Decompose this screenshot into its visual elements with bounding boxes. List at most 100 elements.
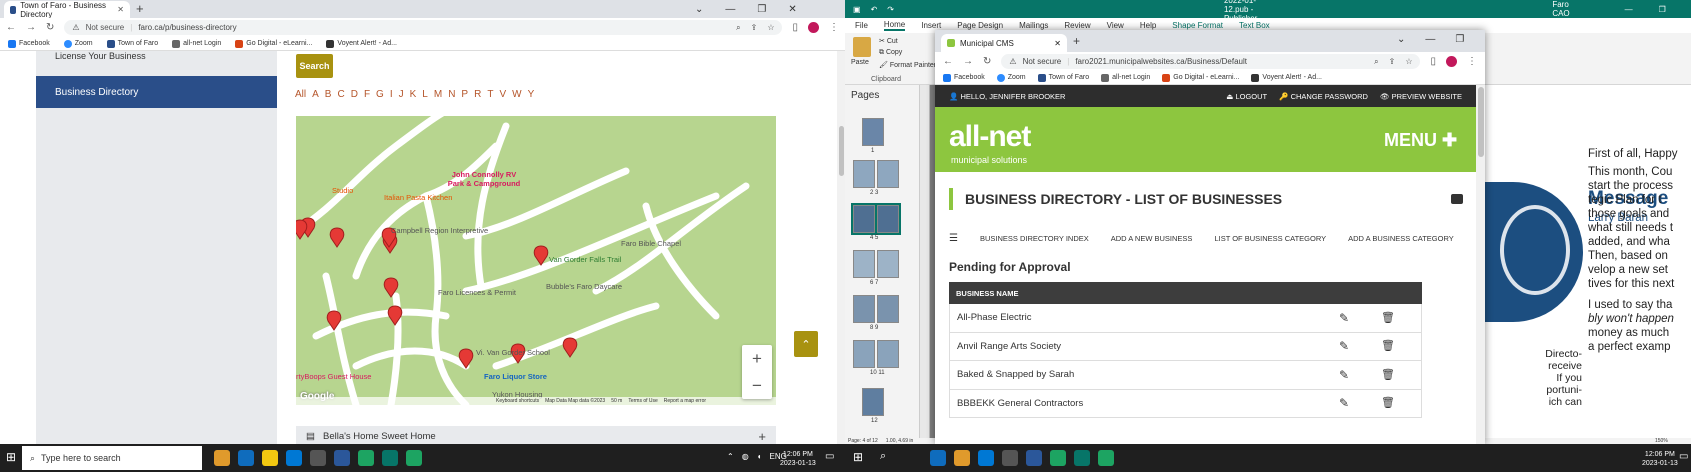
hamburger-icon[interactable]: ☰: [949, 233, 958, 244]
minimize-icon[interactable]: —: [725, 4, 735, 15]
alpha-filter-m[interactable]: M: [434, 89, 442, 100]
edge-icon-2[interactable]: [930, 450, 946, 466]
map-label-guest[interactable]: rtyBoops Guest House: [296, 372, 371, 381]
doc-line[interactable]: tegic Plan for t: [1588, 194, 1662, 208]
alpha-filter-g[interactable]: G: [376, 89, 384, 100]
bookmark-facebook[interactable]: Facebook: [8, 39, 50, 48]
paste-button[interactable]: Paste: [851, 59, 869, 66]
map-label-region[interactable]: Campbell Region Interpretive: [391, 226, 488, 235]
alpha-filter-all[interactable]: All: [295, 89, 306, 100]
avatar[interactable]: [1446, 56, 1457, 67]
doc-line[interactable]: velop a new set: [1588, 264, 1668, 278]
alpha-filter-y[interactable]: Y: [528, 89, 535, 100]
outlook-icon-2[interactable]: [978, 450, 994, 466]
publisher-user[interactable]: Faro CAO: [1552, 0, 1569, 18]
edit-icon[interactable]: ✎: [1339, 396, 1349, 410]
scroll-top-button[interactable]: ⌃: [794, 331, 818, 357]
chevron-up-icon[interactable]: ⌃: [727, 452, 734, 461]
sidebar-item-license[interactable]: License Your Business: [36, 51, 277, 63]
alpha-filter-d[interactable]: D: [351, 89, 358, 100]
star-icon[interactable]: ☆: [767, 23, 774, 33]
alpha-filter-c[interactable]: C: [337, 89, 344, 100]
address-bar[interactable]: ⚠ Not secure | faro.ca/p/business-direct…: [64, 20, 783, 35]
cms-nav-add-a-business-category[interactable]: ADD A BUSINESS CATEGORY: [1348, 234, 1454, 243]
cut-button[interactable]: ✂ Cut: [879, 37, 898, 45]
page-thumbnail[interactable]: [877, 340, 899, 368]
bookmark-zoom[interactable]: Zoom: [996, 73, 1026, 82]
doc-line[interactable]: those goals and: [1588, 208, 1669, 222]
map-label-bubble[interactable]: Bubble's Faro Daycare: [546, 282, 622, 291]
outlook-icon[interactable]: [286, 450, 302, 466]
menu-button[interactable]: MENU ✚: [1384, 130, 1457, 151]
menu-shape-format[interactable]: Shape Format: [1172, 21, 1223, 30]
logout-link[interactable]: ⏏ LOGOUT: [1226, 92, 1267, 101]
doc-left-line[interactable]: portuni-: [1492, 384, 1582, 396]
terms-link[interactable]: Terms of Use: [628, 398, 657, 404]
redo-icon[interactable]: ↷: [887, 5, 894, 14]
doc-left-column[interactable]: Directo-receive If you portuni-ich can: [1492, 348, 1582, 408]
share-icon[interactable]: ⇪: [1389, 57, 1396, 67]
page-thumbnail[interactable]: [853, 160, 875, 188]
close-icon[interactable]: ✕: [1484, 34, 1485, 45]
doc-left-line[interactable]: ich can: [1492, 396, 1582, 408]
keyboard-shortcuts-link[interactable]: Keyboard shortcuts: [496, 398, 539, 404]
share-icon[interactable]: ⇪: [751, 23, 758, 33]
map-label-liquor[interactable]: Faro Liquor Store: [484, 372, 547, 381]
taskbar-search[interactable]: ⌕ Type here to search: [22, 446, 202, 470]
report-link[interactable]: Report a map error: [664, 398, 706, 404]
doc-left-line[interactable]: Directo-: [1492, 348, 1582, 360]
avatar[interactable]: [808, 22, 819, 33]
map-label-pasta[interactable]: Italian Pasta Kitchen: [384, 193, 452, 202]
close-tab-icon[interactable]: ✕: [1054, 39, 1061, 48]
bookmark-zoom[interactable]: Zoom: [63, 39, 93, 48]
alpha-filter-a[interactable]: A: [312, 89, 319, 100]
notification-icon-2[interactable]: ▭: [1679, 451, 1688, 462]
cms-nav-business-directory-index[interactable]: BUSINESS DIRECTORY INDEX: [980, 234, 1089, 243]
doc-line[interactable]: Then, based on: [1588, 250, 1668, 264]
minimize-icon[interactable]: —: [1425, 34, 1435, 45]
new-tab-icon[interactable]: +: [1073, 34, 1080, 48]
expand-icon[interactable]: +: [758, 429, 766, 444]
doc-line[interactable]: bly won't happen: [1588, 313, 1674, 327]
back-icon[interactable]: ←: [943, 56, 953, 67]
menu-help[interactable]: Help: [1140, 21, 1156, 30]
maximize-icon[interactable]: ❐: [1659, 5, 1666, 14]
alpha-filter-l[interactable]: L: [422, 89, 428, 100]
alpha-filter-k[interactable]: K: [410, 89, 417, 100]
cms-nav-add-a-new-business[interactable]: ADD A NEW BUSINESS: [1111, 234, 1193, 243]
bookmark-go-digital[interactable]: Go Digital - eLearni...: [235, 39, 312, 48]
windows-start-icon-2[interactable]: ⊞: [853, 450, 863, 464]
search-button[interactable]: Search: [296, 54, 333, 78]
delete-icon[interactable]: 🗑: [1381, 368, 1395, 382]
word-icon[interactable]: [334, 450, 350, 466]
menu-insert[interactable]: Insert: [921, 21, 941, 30]
edge-icon[interactable]: [238, 450, 254, 466]
kebab-menu-icon[interactable]: ⋮: [829, 22, 839, 33]
map-label-rv-park[interactable]: John Connolly RV Park & Campground: [444, 170, 524, 188]
notification-icon[interactable]: ▭: [825, 451, 834, 462]
zoom-in-button[interactable]: +: [742, 345, 772, 372]
doc-line[interactable]: I used to say tha: [1588, 299, 1672, 313]
alpha-filter-n[interactable]: N: [448, 89, 455, 100]
delete-icon[interactable]: 🗑: [1381, 396, 1395, 410]
cms-address-bar[interactable]: ⚠ Not secure | faro2021.municipalwebsite…: [1001, 54, 1421, 69]
alpha-filter-v[interactable]: V: [499, 89, 506, 100]
map-label-vangorder[interactable]: Van Gorder Falls Trail: [549, 255, 621, 264]
close-tab-icon[interactable]: ✕: [117, 5, 124, 14]
search-icon-2[interactable]: ⌕: [880, 450, 886, 463]
calculator-icon-2[interactable]: [1002, 450, 1018, 466]
alpha-filter-t[interactable]: T: [487, 89, 493, 100]
chrome-icon-3[interactable]: [1050, 450, 1066, 466]
browser-tab[interactable]: Town of Faro - Business Directory ✕: [4, 1, 130, 19]
doc-left-line[interactable]: If you: [1492, 372, 1582, 384]
publisher-icon-2[interactable]: [1074, 450, 1090, 466]
doc-line[interactable]: This month, Cou: [1588, 166, 1672, 180]
doc-line[interactable]: money as much: [1588, 327, 1669, 341]
maximize-icon[interactable]: ❐: [757, 4, 766, 15]
preview-website-link[interactable]: 👁 PREVIEW WEBSITE: [1380, 92, 1462, 101]
zoom-icon[interactable]: ⌕: [1374, 57, 1378, 67]
delete-icon[interactable]: 🗑: [1381, 311, 1395, 325]
map-label-bible[interactable]: Faro Bible Chapel: [621, 239, 681, 248]
zoom-out-button[interactable]: −: [742, 372, 772, 399]
calculator-icon[interactable]: [310, 450, 326, 466]
